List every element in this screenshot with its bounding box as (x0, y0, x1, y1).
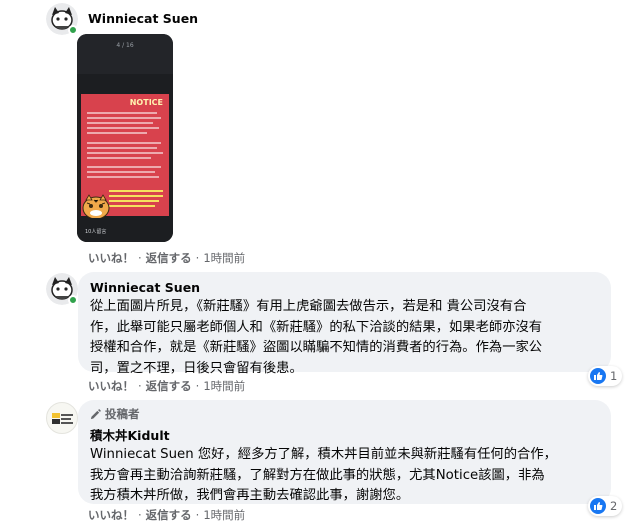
reaction-count[interactable]: 1 (588, 366, 623, 386)
reaction-count-value: 1 (610, 369, 618, 383)
reply-link[interactable]: 返信する (146, 250, 192, 266)
image-page-counter: 4 / 16 (116, 42, 134, 49)
image-footer-text: 10人留言 (85, 229, 107, 235)
notice-card: NOTICE (81, 94, 169, 220)
pencil-icon (90, 408, 101, 419)
like-icon (590, 498, 606, 514)
comment-attached-image[interactable]: 4 / 16 NOTICE 10人留言 (77, 34, 173, 242)
timestamp[interactable]: 1時間前 (203, 507, 245, 523)
comment-text: 從上面圖片所見，《新莊騷》有用上虎爺圖去做告示，若是和 貴公司沒有合 作，此舉可… (90, 299, 543, 376)
reaction-count-value: 2 (610, 499, 618, 513)
like-icon (590, 368, 606, 384)
comment-author-name[interactable]: 積木丼Kidult (90, 425, 599, 444)
reaction-count[interactable]: 2 (588, 496, 623, 516)
like-link[interactable]: いいね！ (88, 250, 134, 266)
comment-bubble: 投稿者 積木丼Kidult Winniecat Suen 您好，經多方了解，積木… (78, 400, 611, 504)
comment-actions: いいね！ · 返信する · 1時間前 (88, 250, 246, 266)
like-link[interactable]: いいね！ (88, 507, 134, 523)
comment-author-name[interactable]: Winniecat Suen (90, 280, 599, 295)
notice-title: NOTICE (129, 98, 163, 107)
comment-author-name[interactable]: Winniecat Suen (88, 11, 198, 26)
comment-actions: いいね！ · 返信する · 1時間前 (88, 378, 246, 394)
reply-link[interactable]: 返信する (146, 507, 192, 523)
timestamp[interactable]: 1時間前 (203, 250, 245, 266)
reply-link[interactable]: 返信する (146, 378, 192, 394)
author-badge: 投稿者 (90, 406, 599, 422)
comment-actions: いいね！ · 返信する · 1時間前 (88, 507, 246, 523)
online-status-dot (68, 295, 78, 305)
comment-text: Winniecat Suen 您好，經多方了解，積木丼目前並未與新莊騷有任何的合… (90, 447, 557, 503)
comment-bubble: Winniecat Suen 從上面圖片所見，《新莊騷》有用上虎爺圖去做告示，若… (78, 272, 611, 376)
image-top-bar (77, 34, 173, 74)
tiger-icon (82, 194, 110, 220)
like-link[interactable]: いいね！ (88, 378, 134, 394)
timestamp[interactable]: 1時間前 (203, 378, 245, 394)
avatar-kidult[interactable] (46, 402, 78, 434)
